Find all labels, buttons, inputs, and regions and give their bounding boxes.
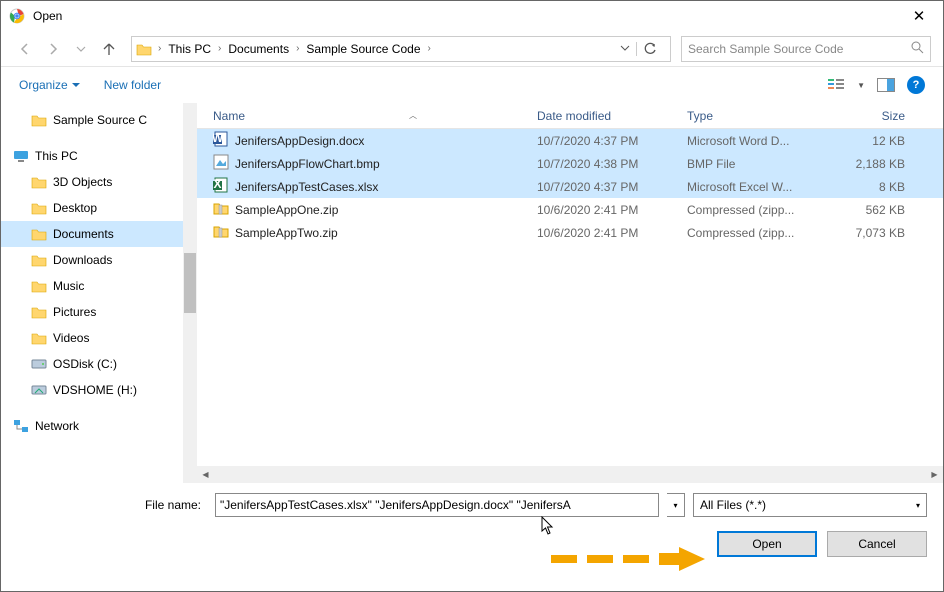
zip-icon — [213, 200, 229, 219]
horizontal-scrollbar[interactable]: ◀▶ — [197, 466, 943, 483]
pic-icon — [31, 304, 47, 320]
3d-icon — [31, 174, 47, 190]
folder-icon — [31, 112, 47, 128]
filename-input[interactable] — [215, 493, 659, 517]
column-type[interactable]: Type — [687, 109, 837, 123]
organize-menu[interactable]: Organize — [19, 78, 80, 92]
breadcrumb-thispc[interactable]: This PC — [166, 42, 213, 56]
tree-scrollbar[interactable] — [183, 103, 197, 483]
chevron-right-icon[interactable]: › — [425, 43, 434, 54]
tree-item[interactable]: Pictures — [1, 299, 197, 325]
svg-text:X: X — [213, 177, 221, 191]
tree-item[interactable]: This PC — [1, 143, 197, 169]
cancel-button[interactable]: Cancel — [827, 531, 927, 557]
bmp-icon — [213, 154, 229, 173]
help-button[interactable]: ? — [907, 76, 925, 94]
doc-icon — [31, 226, 47, 242]
search-icon — [910, 40, 924, 57]
chevron-right-icon[interactable]: › — [293, 43, 302, 54]
column-name[interactable]: Name︿ — [207, 109, 537, 123]
tree-item[interactable]: Music — [1, 273, 197, 299]
net-icon — [31, 382, 47, 398]
folder-icon — [135, 40, 153, 58]
word-icon: W — [213, 131, 229, 150]
column-date[interactable]: Date modified — [537, 109, 687, 123]
breadcrumb-folder[interactable]: Sample Source Code — [304, 42, 422, 56]
disk-icon — [31, 356, 47, 372]
preview-pane-toggle[interactable] — [875, 74, 897, 96]
column-size[interactable]: Size — [837, 109, 917, 123]
address-bar[interactable]: › This PC › Documents › Sample Source Co… — [131, 36, 671, 62]
desktop-icon — [31, 200, 47, 216]
forward-button[interactable] — [41, 37, 65, 61]
new-folder-button[interactable]: New folder — [104, 78, 161, 92]
file-row[interactable]: JenifersAppFlowChart.bmp10/7/2020 4:38 P… — [197, 152, 943, 175]
chevron-right-icon[interactable]: › — [215, 43, 224, 54]
annotation-arrow — [551, 547, 705, 571]
up-button[interactable] — [97, 37, 121, 61]
refresh-button[interactable] — [636, 42, 663, 56]
chrome-icon — [9, 8, 25, 24]
tree-item[interactable]: Desktop — [1, 195, 197, 221]
chevron-right-icon[interactable]: › — [155, 43, 164, 54]
view-options[interactable] — [825, 74, 847, 96]
vid-icon — [31, 330, 47, 346]
close-button[interactable]: ✕ — [899, 7, 939, 25]
tree-item[interactable]: OSDisk (C:) — [1, 351, 197, 377]
file-row[interactable]: SampleAppTwo.zip10/6/2020 2:41 PMCompres… — [197, 221, 943, 244]
main-area: Sample Source CThis PC3D ObjectsDesktopD… — [1, 103, 943, 483]
zip-icon — [213, 223, 229, 242]
tree-item[interactable]: Sample Source C — [1, 107, 197, 133]
recent-dropdown[interactable] — [69, 37, 93, 61]
tree-item[interactable]: Documents — [1, 221, 197, 247]
navigation-tree[interactable]: Sample Source CThis PC3D ObjectsDesktopD… — [1, 103, 197, 483]
tree-item[interactable]: VDSHOME (H:) — [1, 377, 197, 403]
music-icon — [31, 278, 47, 294]
navigation-bar: › This PC › Documents › Sample Source Co… — [1, 31, 943, 67]
back-button[interactable] — [13, 37, 37, 61]
filename-label: File name: — [17, 498, 207, 512]
file-row[interactable]: XJenifersAppTestCases.xlsx10/7/2020 4:37… — [197, 175, 943, 198]
excel-icon: X — [213, 177, 229, 196]
toolbar: Organize New folder ▼ ? — [1, 67, 943, 103]
tree-item[interactable]: Network — [1, 413, 197, 439]
view-dropdown[interactable]: ▼ — [857, 81, 865, 90]
dl-icon — [31, 252, 47, 268]
dialog-footer: File name: ▾ All Files (*.*) ▾ Open Canc… — [1, 483, 943, 569]
open-button[interactable]: Open — [717, 531, 817, 557]
filename-history-dropdown[interactable]: ▾ — [667, 493, 685, 517]
tree-item[interactable]: Downloads — [1, 247, 197, 273]
file-type-filter[interactable]: All Files (*.*) ▾ — [693, 493, 927, 517]
breadcrumb-documents[interactable]: Documents — [226, 42, 291, 56]
file-list-area: Name︿ Date modified Type Size WJenifersA… — [197, 103, 943, 483]
search-placeholder: Search Sample Source Code — [688, 42, 843, 56]
search-input[interactable]: Search Sample Source Code — [681, 36, 931, 62]
tree-item[interactable]: 3D Objects — [1, 169, 197, 195]
cursor-icon — [541, 516, 555, 536]
window-title: Open — [33, 9, 62, 23]
pc-icon — [13, 148, 29, 164]
column-headers[interactable]: Name︿ Date modified Type Size — [197, 103, 943, 129]
network-icon — [13, 418, 29, 434]
svg-text:W: W — [213, 131, 224, 145]
tree-item[interactable]: Videos — [1, 325, 197, 351]
titlebar: Open ✕ — [1, 1, 943, 31]
file-row[interactable]: WJenifersAppDesign.docx10/7/2020 4:37 PM… — [197, 129, 943, 152]
address-dropdown[interactable] — [620, 42, 630, 56]
file-row[interactable]: SampleAppOne.zip10/6/2020 2:41 PMCompres… — [197, 198, 943, 221]
